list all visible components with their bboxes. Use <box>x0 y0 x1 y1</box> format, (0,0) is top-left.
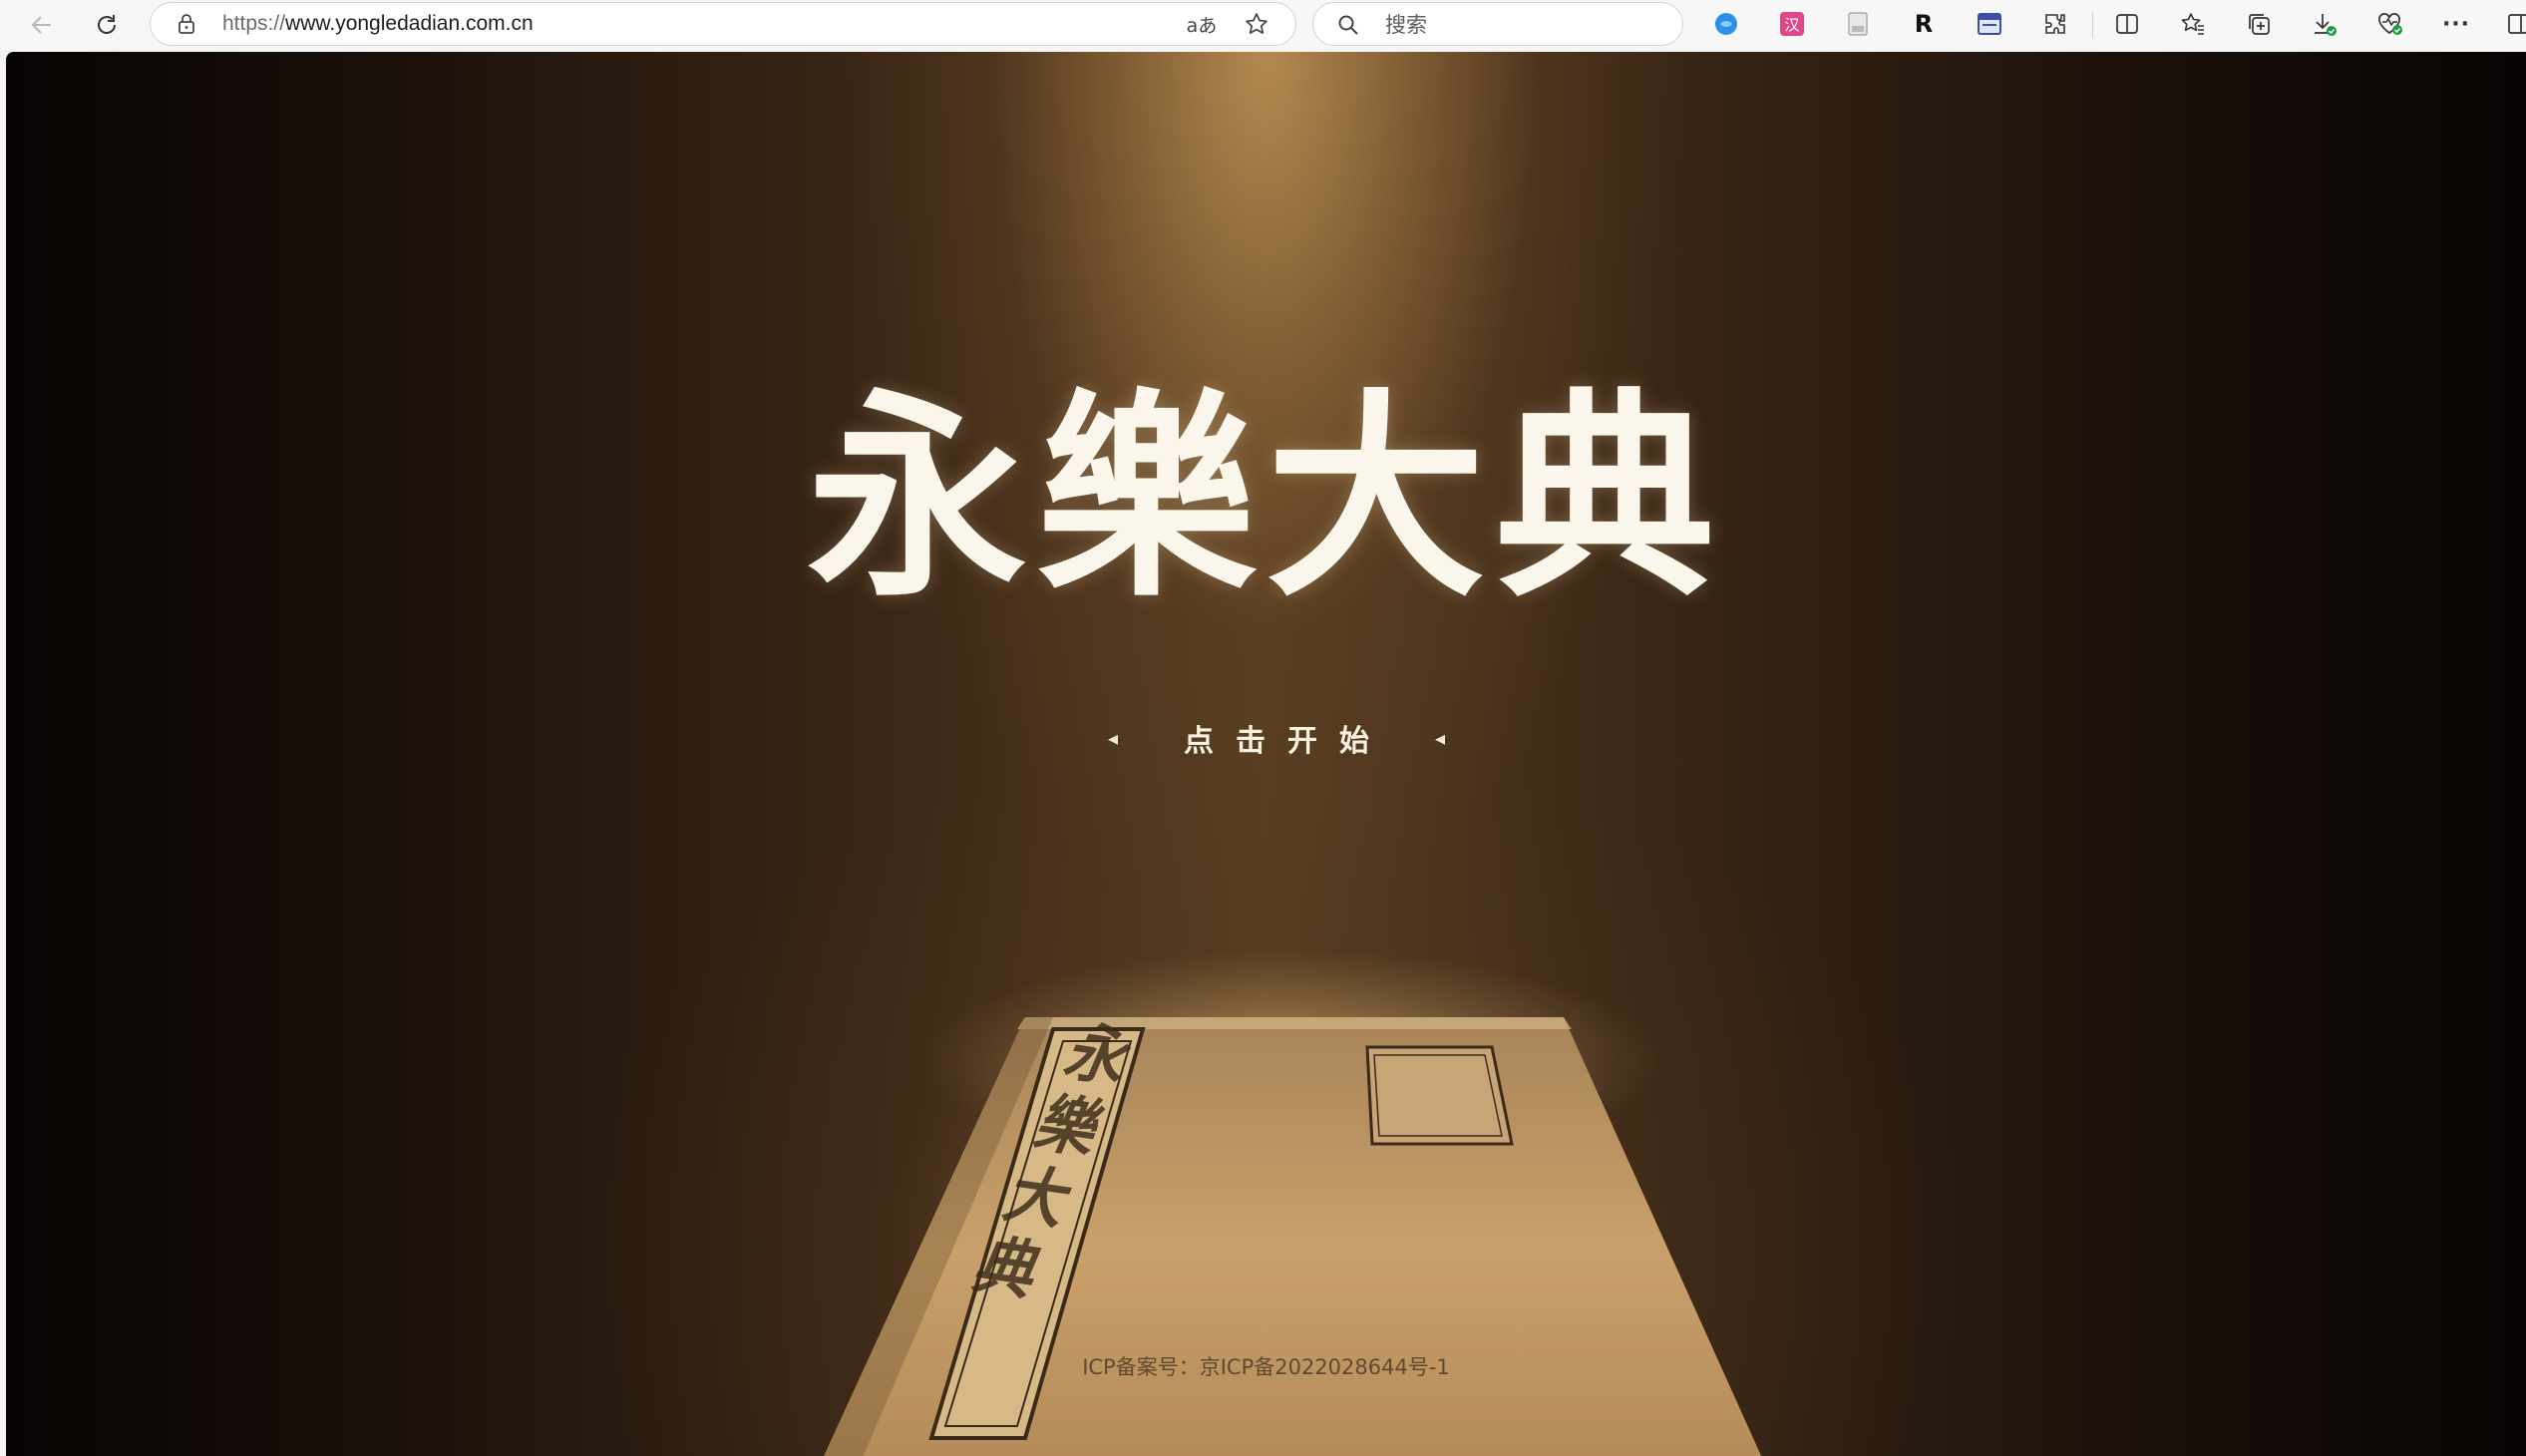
url-text[interactable]: https://www.yongledadian.com.cn <box>222 3 534 45</box>
url-host: www.yongledadian.com.cn <box>285 12 534 35</box>
window-extension-icon[interactable] <box>1975 9 2004 39</box>
start-button[interactable]: ◂ 点击开始 ◂ <box>1087 708 1466 768</box>
favorites-icon[interactable] <box>2178 9 2208 39</box>
toolbar-divider <box>2092 12 2093 38</box>
browser-essentials-icon[interactable] <box>2375 9 2405 39</box>
downloads-icon[interactable] <box>2310 9 2340 39</box>
translate-extension-label: 汉 <box>1780 12 1804 36</box>
back-arrow-icon <box>31 16 51 34</box>
start-button-label: 点击开始 <box>1184 724 1391 759</box>
book-illustration <box>814 959 1771 1456</box>
extensions-puzzle-icon[interactable] <box>2040 9 2070 39</box>
lock-icon[interactable] <box>177 14 196 34</box>
copilot-icon[interactable] <box>1711 9 1741 39</box>
split-screen-icon[interactable] <box>2112 9 2142 39</box>
reader-extension-icon[interactable] <box>1843 9 1873 39</box>
favorite-star-icon[interactable] <box>1241 9 1272 39</box>
sidebar-toggle-icon[interactable] <box>2503 9 2526 39</box>
read-aloud-icon[interactable]: aあ <box>1186 9 1218 39</box>
refresh-button[interactable] <box>87 5 127 45</box>
url-scheme: https:// <box>222 12 286 35</box>
arrow-right-icon: ◂ <box>1434 726 1446 750</box>
back-button[interactable] <box>22 5 62 45</box>
search-input[interactable] <box>1383 9 1666 41</box>
page-title: 永樂大典 <box>807 368 1725 626</box>
search-box[interactable] <box>1312 2 1683 46</box>
search-icon <box>1338 15 1358 35</box>
translate-extension-icon[interactable]: 汉 <box>1777 9 1807 39</box>
more-menu-icon[interactable]: ··· <box>2441 9 2471 39</box>
page-viewport: 永樂大典 ◂ 点击开始 ◂ 永樂大典 ICP备案号：京ICP备202202864… <box>6 52 2526 1456</box>
r-extension-icon[interactable]: R <box>1909 9 1939 39</box>
icp-record-text[interactable]: ICP备案号：京ICP备2022028644号-1 <box>6 1351 2526 1381</box>
refresh-icon <box>98 15 116 34</box>
address-bar[interactable]: https://www.yongledadian.com.cn aあ <box>150 2 1296 46</box>
browser-toolbar: https://www.yongledadian.com.cn aあ 汉 R <box>0 0 2526 50</box>
arrow-left-icon: ◂ <box>1107 726 1119 750</box>
collections-icon[interactable] <box>2244 9 2274 39</box>
